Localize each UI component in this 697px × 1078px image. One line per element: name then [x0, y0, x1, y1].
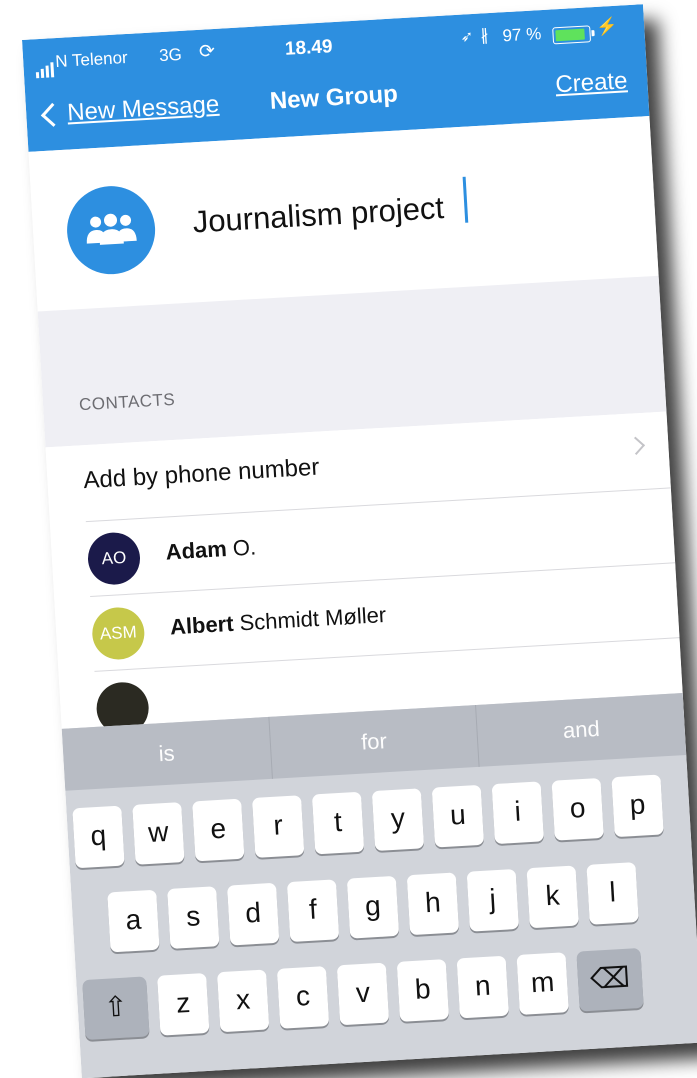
contact-first-name: Adam	[164, 536, 228, 565]
key-s[interactable]: s	[167, 886, 220, 949]
network-type: 3G	[158, 44, 183, 66]
key-v[interactable]: v	[336, 962, 390, 1026]
keyboard-row-2: a s d f g h j k l	[107, 862, 639, 953]
battery-level-fill	[555, 28, 586, 42]
group-icon	[86, 213, 137, 245]
keyboard-row-1: q w e r t y u i o p	[72, 774, 664, 869]
key-e[interactable]: e	[192, 798, 245, 862]
key-f[interactable]: f	[286, 879, 340, 943]
carrier-name: N Telenor	[54, 47, 129, 72]
phone-screen: N Telenor 3G ⟳ 18.49 ➶ ∦ 97 % ⚡ New Mess…	[22, 4, 697, 1078]
back-button[interactable]: New Message	[34, 91, 220, 130]
delete-key[interactable]: ⌫	[576, 947, 644, 1012]
contact-name: Adam O.	[165, 534, 257, 565]
key-h[interactable]: h	[406, 872, 460, 936]
keyboard: is for and q w e r t y u i o p a s d f g…	[61, 693, 697, 1078]
key-q[interactable]: q	[72, 805, 125, 869]
status-bar: N Telenor 3G ⟳ 18.49 ➶ ∦ 97 % ⚡	[22, 4, 645, 80]
key-i[interactable]: i	[491, 781, 544, 845]
contact-last-name: O.	[232, 534, 257, 561]
contact-first-name: Albert	[169, 610, 235, 640]
signal-icon	[35, 62, 55, 79]
add-by-phone-label: Add by phone number	[82, 453, 321, 495]
key-t[interactable]: t	[311, 791, 365, 855]
group-name-input[interactable]	[191, 173, 614, 248]
key-g[interactable]: g	[346, 875, 400, 939]
key-d[interactable]: d	[227, 882, 280, 946]
contact-name: Albert Schmidt Møller	[169, 602, 387, 640]
key-n[interactable]: n	[456, 955, 509, 1019]
suggestion[interactable]: is	[61, 716, 273, 791]
key-u[interactable]: u	[431, 784, 485, 848]
chevron-right-icon	[626, 436, 646, 456]
charging-icon: ⚡	[595, 16, 618, 37]
contacts-section-header: CONTACTS	[78, 389, 176, 415]
avatar: AO	[86, 531, 142, 587]
key-j[interactable]: j	[466, 868, 519, 932]
battery-icon	[552, 25, 592, 45]
back-button-label: New Message	[66, 90, 220, 127]
suggestion[interactable]: for	[269, 704, 480, 779]
contact-last-name: Schmidt Møller	[238, 602, 387, 636]
key-m[interactable]: m	[516, 952, 569, 1015]
create-button[interactable]: Create	[555, 67, 629, 99]
shift-key[interactable]: ⇧	[82, 976, 150, 1040]
key-w[interactable]: w	[132, 802, 185, 865]
chevron-left-icon	[40, 102, 65, 127]
sync-icon: ⟳	[198, 40, 216, 63]
key-p[interactable]: p	[611, 774, 664, 838]
bluetooth-icon: ∦	[480, 27, 490, 45]
key-b[interactable]: b	[396, 959, 450, 1022]
status-time: 18.49	[284, 36, 334, 60]
location-icon: ➶	[460, 28, 474, 46]
key-l[interactable]: l	[586, 862, 639, 925]
avatar: ASM	[90, 605, 146, 661]
key-z[interactable]: z	[157, 972, 210, 1036]
key-k[interactable]: k	[526, 865, 579, 929]
key-a[interactable]: a	[107, 889, 160, 953]
key-c[interactable]: c	[276, 966, 330, 1029]
page-title: New Group	[269, 80, 399, 115]
key-y[interactable]: y	[371, 788, 425, 852]
group-avatar[interactable]	[64, 183, 158, 277]
key-r[interactable]: r	[252, 795, 305, 858]
battery-percent: 97 %	[502, 24, 542, 46]
suggestion[interactable]: and	[476, 693, 686, 767]
key-o[interactable]: o	[551, 777, 604, 841]
keyboard-row-3: ⇧ z x c v b n m ⌫	[82, 947, 644, 1040]
